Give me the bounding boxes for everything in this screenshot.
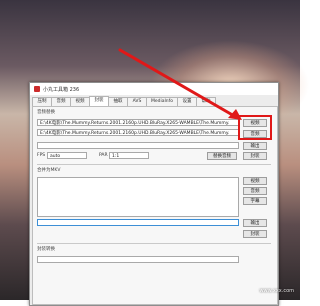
watermark: www.xxx.com: [259, 288, 294, 294]
annotation-arrow: [118, 48, 242, 120]
